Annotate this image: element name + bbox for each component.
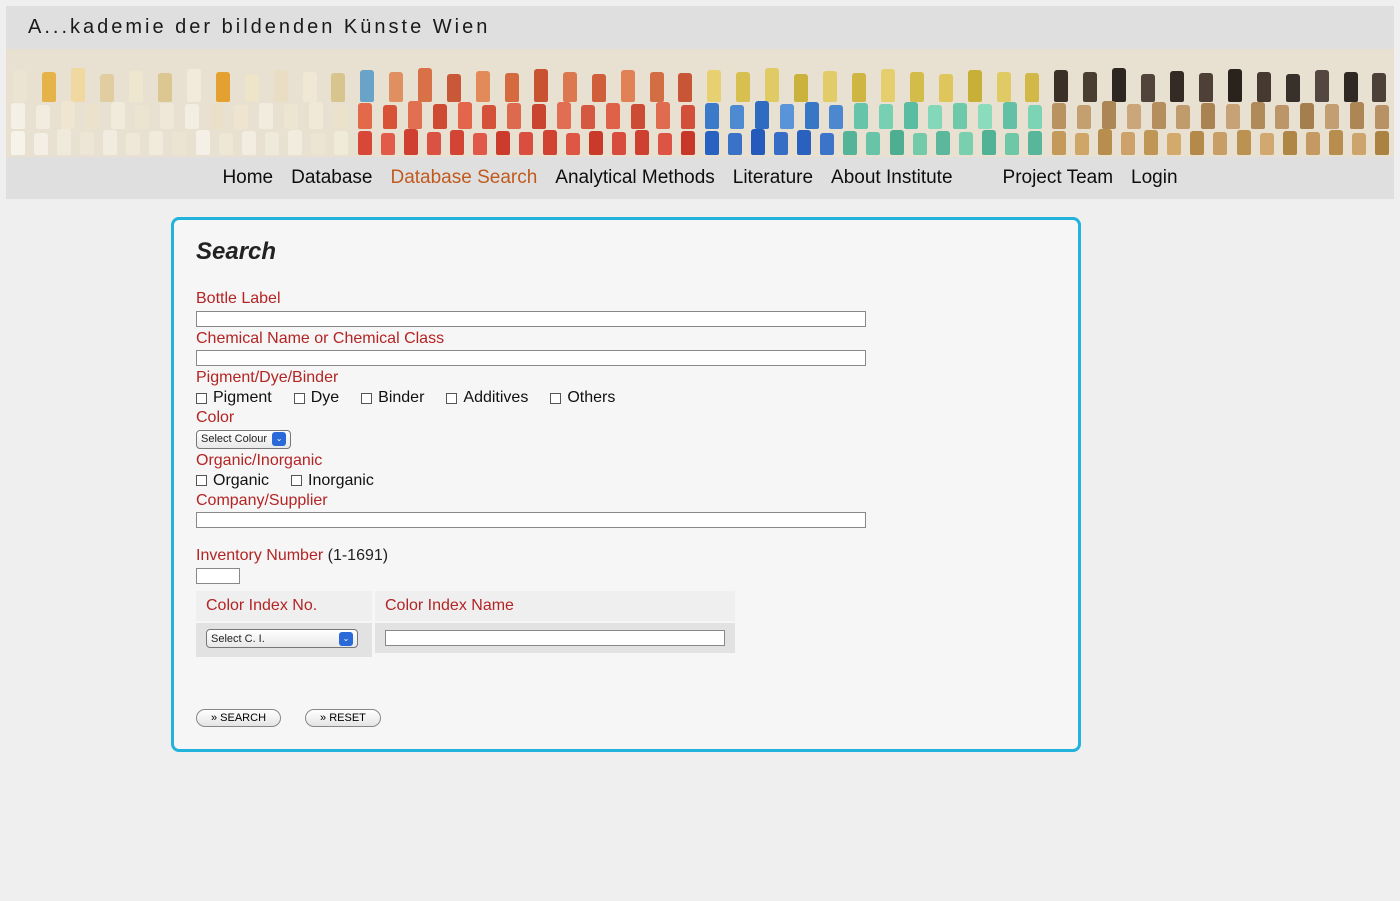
nav-analytical-methods[interactable]: Analytical Methods (555, 167, 714, 189)
chevron-down-icon: ⌄ (339, 632, 353, 646)
ci-no-label: Color Index No. (196, 591, 372, 621)
chk-dye[interactable]: Dye (294, 389, 339, 407)
ci-name-input[interactable] (385, 630, 725, 646)
chevron-down-icon: ⌄ (272, 432, 286, 446)
inventory-label: Inventory Number (1-1691) (196, 547, 1056, 565)
reset-button[interactable]: » RESET (305, 709, 381, 727)
chk-binder[interactable]: Binder (361, 389, 424, 407)
color-select[interactable]: Select Colour ⌄ (196, 430, 291, 449)
banner-image (6, 49, 1394, 157)
pdb-options: Pigment Dye Binder Additives Others (196, 389, 1056, 407)
nav-about-institute[interactable]: About Institute (831, 167, 952, 189)
nav-database-search[interactable]: Database Search (390, 167, 537, 189)
chk-organic[interactable]: Organic (196, 472, 269, 490)
chk-inorganic[interactable]: Inorganic (291, 472, 374, 490)
pdb-label: Pigment/Dye/Binder (196, 369, 1056, 387)
chk-binder-box[interactable] (361, 393, 372, 404)
oi-options: Organic Inorganic (196, 472, 1056, 490)
chk-others-box[interactable] (550, 393, 561, 404)
chk-additives-box[interactable] (446, 393, 457, 404)
chk-additives[interactable]: Additives (446, 389, 528, 407)
nav-database[interactable]: Database (291, 167, 372, 189)
ci-table: Color Index No. Select C. I. ⌄ Color Ind… (196, 591, 1056, 658)
chk-pigment-box[interactable] (196, 393, 207, 404)
nav-login[interactable]: Login (1131, 167, 1178, 189)
chk-inorganic-box[interactable] (291, 475, 302, 486)
search-button[interactable]: » SEARCH (196, 709, 281, 727)
chemical-label: Chemical Name or Chemical Class (196, 330, 1056, 348)
chk-others[interactable]: Others (550, 389, 615, 407)
site-title: A...kademie der bildenden Künste Wien (28, 16, 1372, 39)
company-input[interactable] (196, 512, 866, 528)
company-label: Company/Supplier (196, 492, 1056, 510)
top-bar: A...kademie der bildenden Künste Wien (6, 6, 1394, 49)
nav-literature[interactable]: Literature (733, 167, 813, 189)
panel-title: Search (196, 238, 1056, 266)
inventory-input[interactable] (196, 568, 240, 584)
nav-home[interactable]: Home (222, 167, 273, 189)
search-panel: Search Bottle Label Chemical Name or Che… (171, 217, 1081, 752)
main-nav: Home Database Database Search Analytical… (6, 157, 1394, 199)
button-row: » SEARCH » RESET (196, 709, 1056, 727)
chk-dye-box[interactable] (294, 393, 305, 404)
oi-label: Organic/Inorganic (196, 452, 1056, 470)
color-label: Color (196, 409, 1056, 427)
chk-organic-box[interactable] (196, 475, 207, 486)
bottle-label-label: Bottle Label (196, 290, 1056, 308)
nav-project-team[interactable]: Project Team (1003, 167, 1114, 189)
chk-pigment[interactable]: Pigment (196, 389, 272, 407)
ci-name-label: Color Index Name (375, 591, 735, 621)
chemical-input[interactable] (196, 350, 866, 366)
ci-no-select[interactable]: Select C. I. ⌄ (206, 629, 358, 648)
bottle-label-input[interactable] (196, 311, 866, 327)
